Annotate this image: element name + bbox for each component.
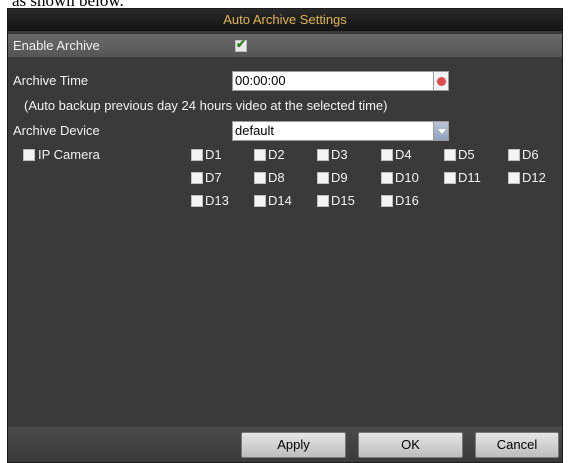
- channel-label: D5: [458, 147, 475, 162]
- channel-label: D14: [268, 193, 292, 208]
- dialog-button-bar: Apply OK Cancel: [8, 427, 562, 462]
- archive-device-label: Archive Device: [13, 123, 100, 138]
- channel-checkbox[interactable]: [508, 172, 520, 184]
- channel-label: D12: [522, 170, 546, 185]
- auto-archive-dialog: Auto Archive Settings Enable Archive ✔ A…: [7, 8, 563, 463]
- channel-label: D4: [395, 147, 412, 162]
- channel-label: D6: [522, 147, 539, 162]
- channel-option[interactable]: D8: [254, 170, 310, 186]
- enable-archive-checkbox[interactable]: ✔: [235, 37, 247, 52]
- channel-label: D13: [205, 193, 229, 208]
- channel-label: D8: [268, 170, 285, 185]
- channel-checkbox[interactable]: [191, 172, 203, 184]
- channel-checkbox[interactable]: [317, 195, 329, 207]
- channel-label: D11: [458, 170, 481, 185]
- channel-option[interactable]: D16: [381, 193, 437, 209]
- channel-option[interactable]: D11: [444, 170, 500, 186]
- ip-camera-label: IP Camera: [38, 147, 100, 162]
- archive-device-dropdown-button[interactable]: [433, 121, 449, 141]
- archive-time-input[interactable]: 00:00:00: [232, 71, 434, 91]
- channel-option[interactable]: D10: [381, 170, 437, 186]
- channel-option[interactable]: D1: [191, 147, 247, 163]
- enable-archive-row: Enable Archive ✔: [8, 34, 562, 57]
- archive-time-label: Archive Time: [13, 73, 89, 88]
- channel-checkbox[interactable]: [381, 195, 393, 207]
- channel-option[interactable]: D12: [508, 170, 564, 186]
- channel-option[interactable]: D2: [254, 147, 310, 163]
- channel-checkbox[interactable]: [254, 195, 266, 207]
- archive-device-select[interactable]: default: [232, 121, 434, 141]
- channel-checkbox[interactable]: [381, 172, 393, 184]
- channel-option[interactable]: D9: [317, 170, 373, 186]
- channel-option[interactable]: D4: [381, 147, 437, 163]
- channel-option[interactable]: D13: [191, 193, 247, 209]
- clock-icon: [437, 77, 446, 86]
- channel-option[interactable]: D14: [254, 193, 310, 209]
- channel-checkbox[interactable]: [444, 172, 456, 184]
- channel-label: D10: [395, 170, 419, 185]
- ok-button[interactable]: OK: [358, 432, 463, 458]
- channel-label: D9: [331, 170, 348, 185]
- channel-option[interactable]: D3: [317, 147, 373, 163]
- channel-label: D1: [205, 147, 222, 162]
- apply-button[interactable]: Apply: [241, 432, 346, 458]
- ip-camera-checkbox[interactable]: [23, 149, 35, 161]
- channel-checkbox[interactable]: [508, 149, 520, 161]
- channel-checkbox[interactable]: [191, 149, 203, 161]
- channel-label: D7: [205, 170, 222, 185]
- channel-option[interactable]: D7: [191, 170, 247, 186]
- archive-time-note: (Auto backup previous day 24 hours video…: [24, 98, 388, 113]
- channel-checkbox[interactable]: [254, 172, 266, 184]
- channel-checkbox[interactable]: [317, 172, 329, 184]
- dialog-title: Auto Archive Settings: [8, 9, 562, 31]
- channel-label: D2: [268, 147, 285, 162]
- chevron-down-icon: [438, 129, 446, 134]
- channel-checkbox[interactable]: [381, 149, 393, 161]
- channel-checkbox[interactable]: [191, 195, 203, 207]
- checkmark-icon: ✔: [236, 37, 247, 51]
- channel-option[interactable]: D15: [317, 193, 373, 209]
- channel-label: D16: [395, 193, 419, 208]
- channel-option[interactable]: D6: [508, 147, 564, 163]
- channel-option[interactable]: D5: [444, 147, 500, 163]
- enable-archive-label: Enable Archive: [13, 38, 100, 53]
- channel-checkbox[interactable]: [254, 149, 266, 161]
- ip-camera-option[interactable]: IP Camera: [23, 147, 133, 163]
- time-picker-button[interactable]: [433, 71, 449, 91]
- channel-label: D3: [331, 147, 348, 162]
- channel-label: D15: [331, 193, 355, 208]
- channel-checkbox[interactable]: [444, 149, 456, 161]
- cancel-button[interactable]: Cancel: [475, 432, 559, 458]
- channel-checkbox[interactable]: [317, 149, 329, 161]
